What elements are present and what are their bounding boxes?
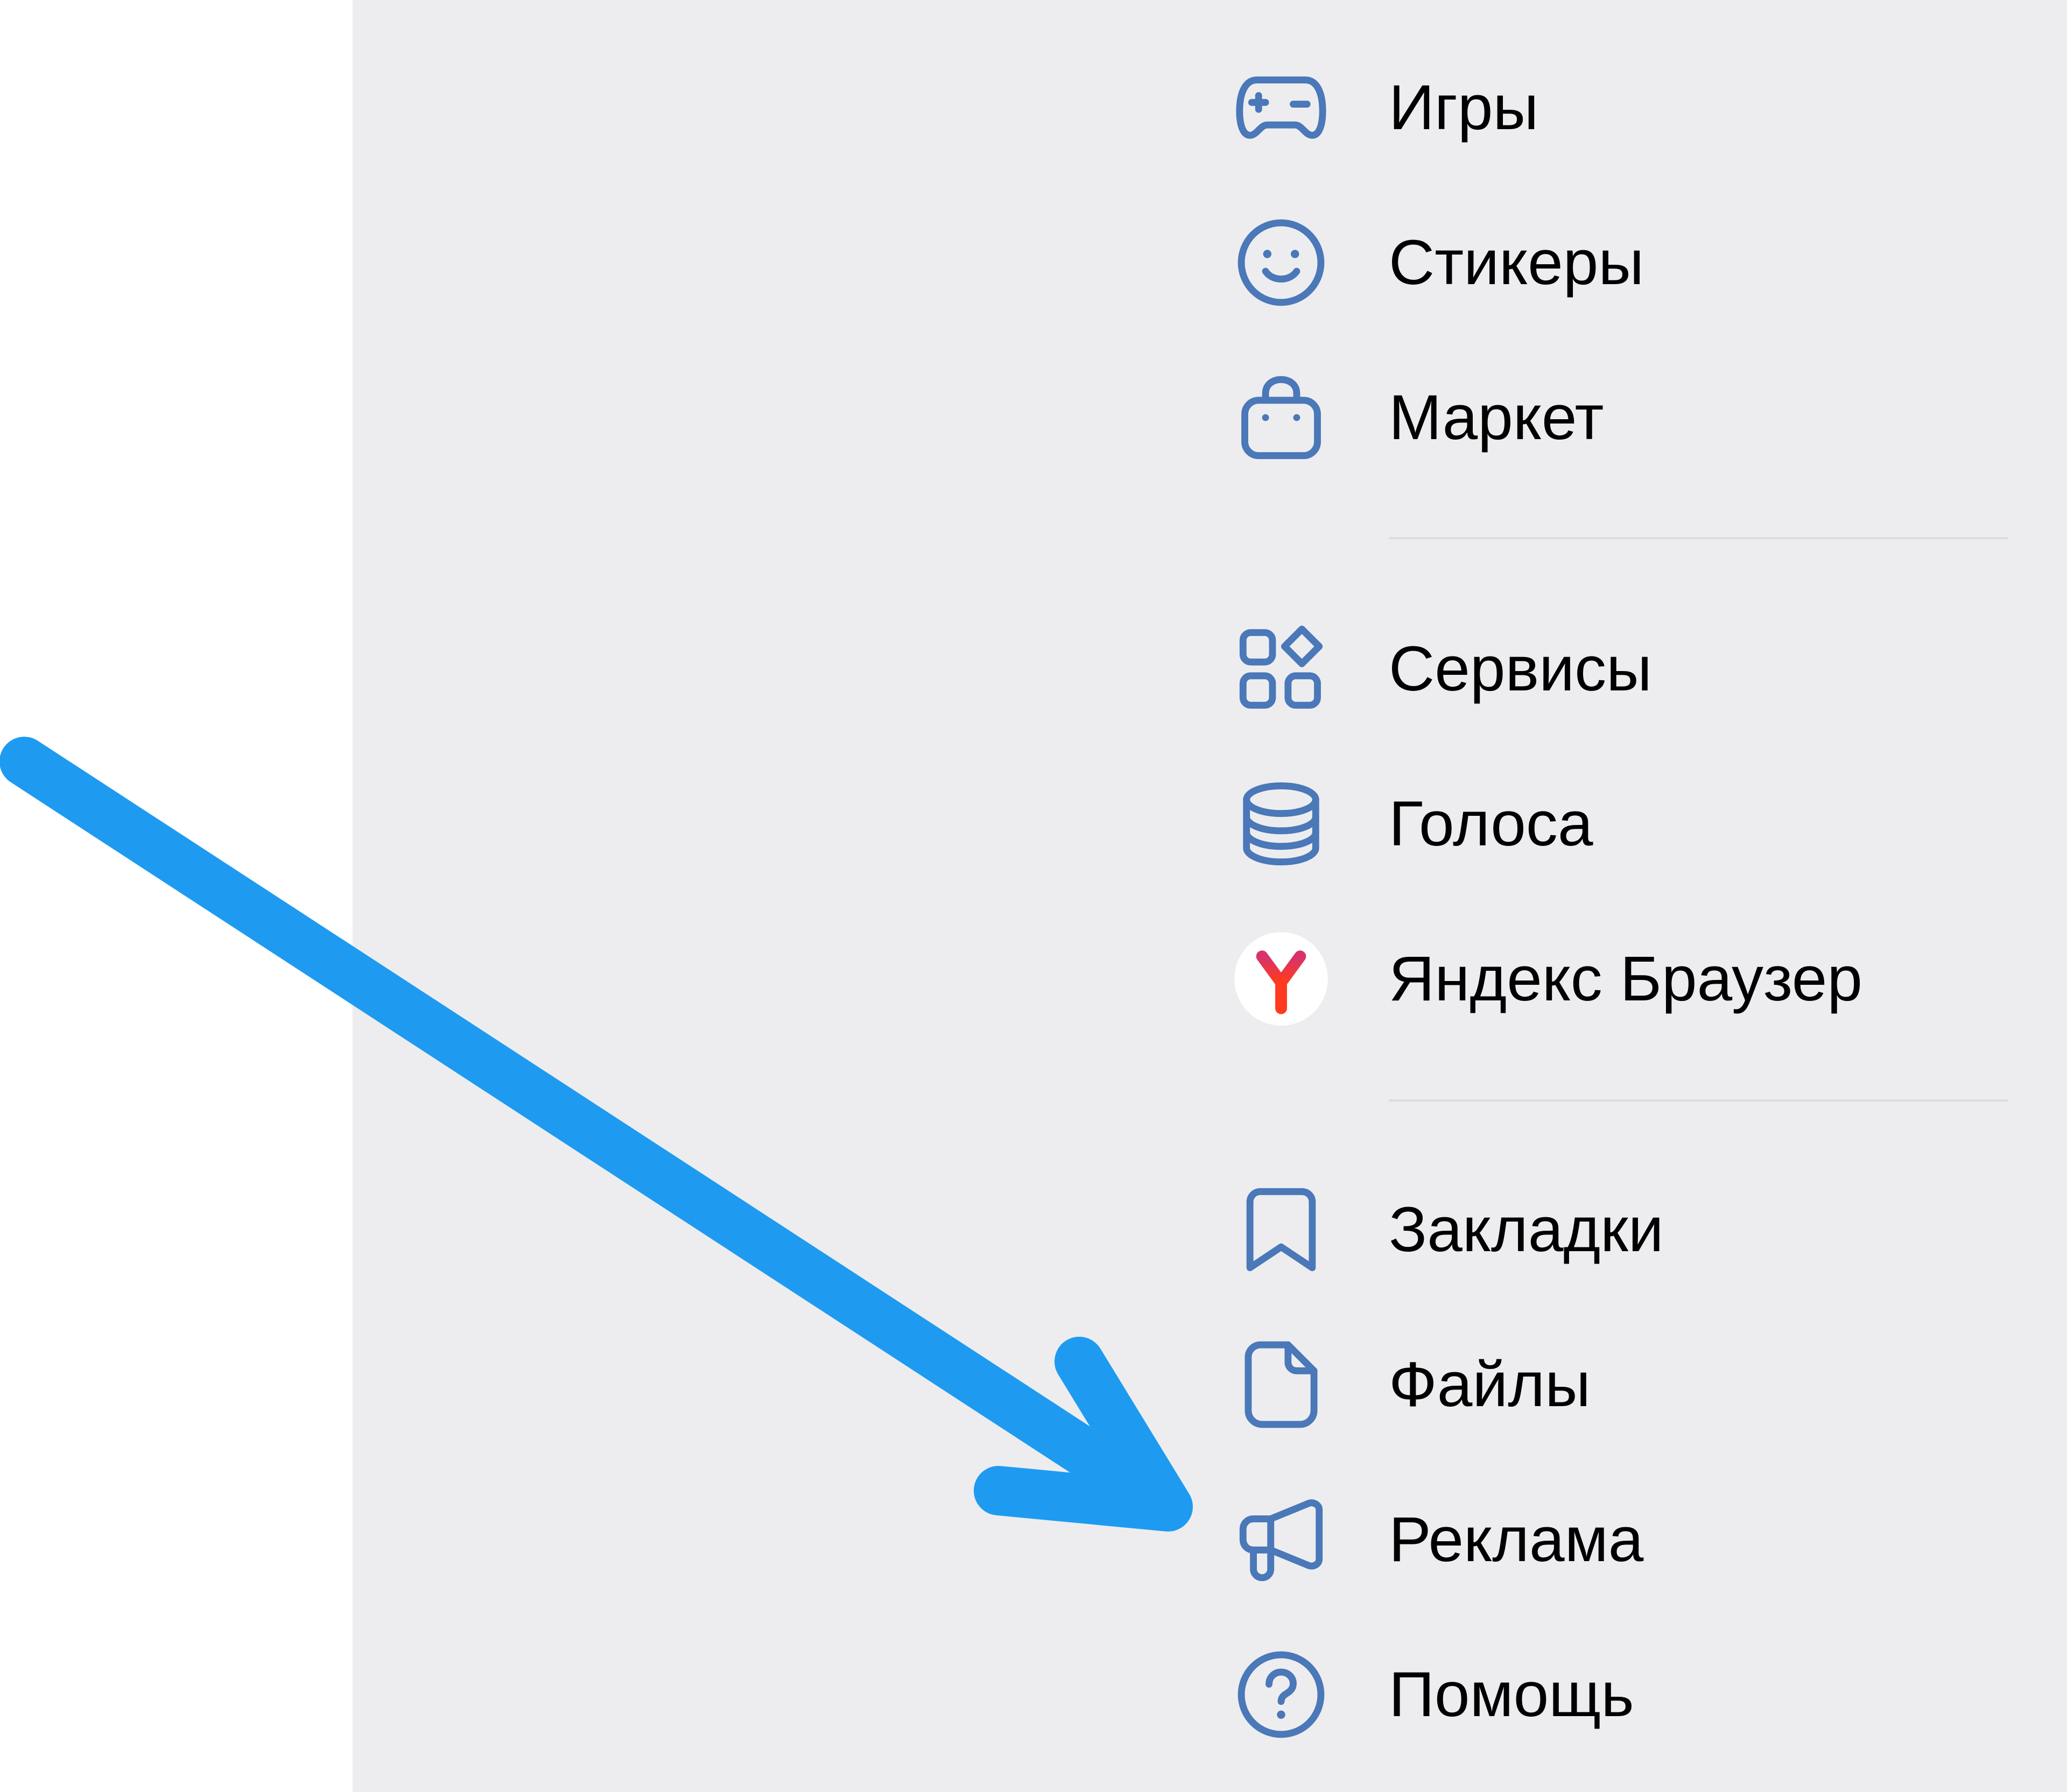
menu-item-bookmarks[interactable]: Закладки [1233,1165,1986,1294]
menu-label-bookmarks: Закладки [1389,1194,1664,1265]
shopping-bag-icon [1233,369,1330,466]
menu-divider [1389,1099,2008,1102]
menu-label-market: Маркет [1389,382,1604,453]
coins-stack-icon [1233,775,1330,872]
menu-item-market[interactable]: Маркет [1233,353,1986,482]
menu-divider [1389,537,2008,539]
help-circle-icon [1233,1646,1330,1743]
menu-label-files: Файлы [1389,1349,1591,1420]
menu-label-help: Помощь [1389,1659,1634,1730]
menu-label-advertising: Реклама [1389,1504,1644,1575]
menu-label-stickers: Стикеры [1389,227,1644,298]
yandex-browser-logo-icon [1233,930,1330,1027]
menu-item-games[interactable]: Игры [1233,43,1986,172]
menu-item-help[interactable]: Помощь [1233,1630,1986,1759]
menu-item-yandex-browser[interactable]: Яндекс Браузер [1233,914,1986,1043]
menu-label-votes: Голоса [1389,788,1593,859]
menu-label-games: Игры [1389,72,1539,143]
menu-label-yandex-browser: Яндекс Браузер [1389,943,1862,1014]
menu-item-files[interactable]: Файлы [1233,1320,1986,1449]
menu-item-stickers[interactable]: Стикеры [1233,198,1986,327]
menu-item-votes[interactable]: Голоса [1233,759,1986,888]
menu-item-services[interactable]: Сервисы [1233,604,1986,733]
bookmark-icon [1233,1181,1330,1278]
gamepad-icon [1233,59,1330,156]
menu-item-advertising[interactable]: Реклама [1233,1475,1986,1604]
menu-label-services: Сервисы [1389,633,1652,704]
megaphone-icon [1233,1491,1330,1588]
services-grid-icon [1233,620,1330,717]
smiley-icon [1233,214,1330,311]
file-icon [1233,1336,1330,1433]
